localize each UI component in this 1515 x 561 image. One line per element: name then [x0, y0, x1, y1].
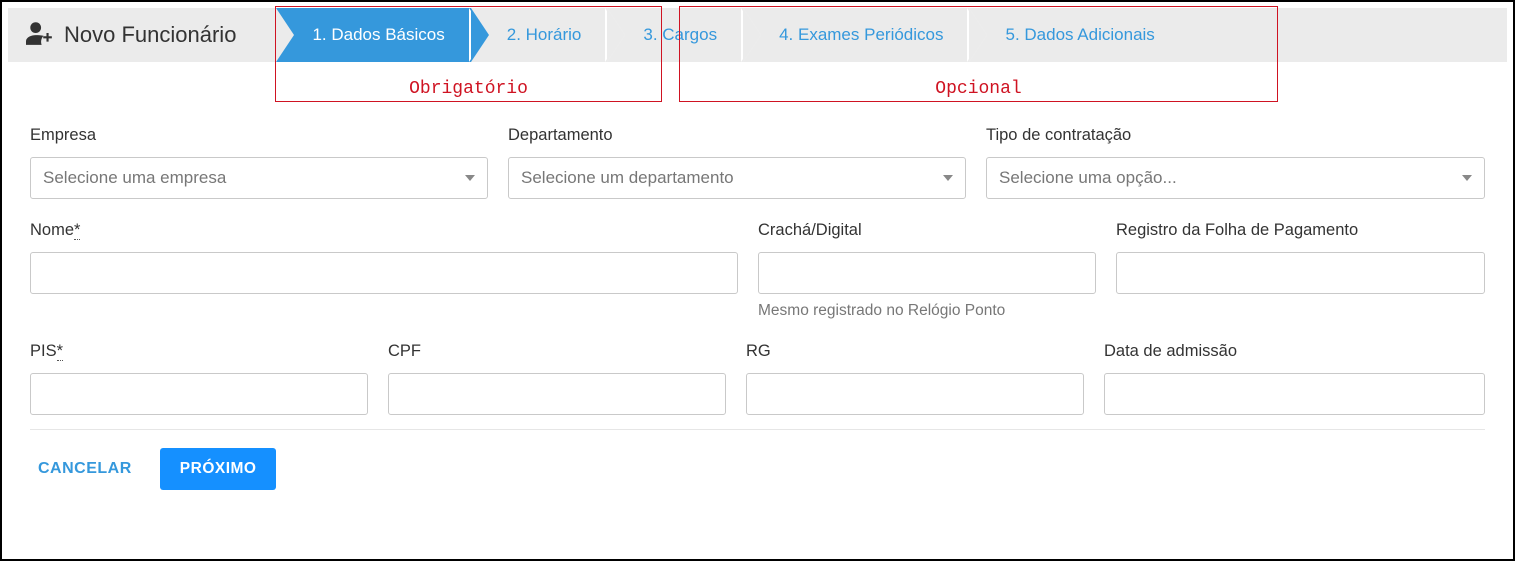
page-title: Novo Funcionário [64, 22, 236, 48]
empresa-select[interactable]: Selecione uma empresa [30, 157, 488, 199]
empresa-placeholder: Selecione uma empresa [43, 168, 226, 188]
cpf-label: CPF [388, 342, 726, 361]
chevron-down-icon [465, 175, 475, 181]
step-dados-basicos[interactable]: 1. Dados Básicos [276, 8, 470, 62]
pis-input[interactable] [30, 373, 368, 415]
nome-label: Nome* [30, 221, 738, 240]
cracha-hint: Mesmo registrado no Relógio Ponto [758, 302, 1096, 320]
user-plus-icon [26, 21, 54, 50]
step-horario[interactable]: 2. Horário [471, 8, 608, 62]
empresa-label: Empresa [30, 126, 488, 145]
step-label: 2. Horário [507, 25, 582, 45]
data-admissao-input[interactable] [1104, 373, 1485, 415]
wizard-steps: 1. Dados Básicos 2. Horário 3. Cargos 4.… [276, 8, 1180, 62]
departamento-placeholder: Selecione um departamento [521, 168, 734, 188]
cancelar-button[interactable]: CANCELAR [30, 450, 140, 488]
step-cargos[interactable]: 3. Cargos [607, 8, 743, 62]
step-label: 5. Dados Adicionais [1005, 25, 1154, 45]
rg-label: RG [746, 342, 1084, 361]
departamento-label: Departamento [508, 126, 966, 145]
registro-folha-label: Registro da Folha de Pagamento [1116, 221, 1485, 240]
wizard-bar: Novo Funcionário 1. Dados Básicos 2. Hor… [8, 8, 1507, 62]
step-label: 1. Dados Básicos [312, 25, 444, 45]
chevron-down-icon [943, 175, 953, 181]
annotation-obrigatorio-label: Obrigatório [409, 79, 528, 99]
rg-input[interactable] [746, 373, 1084, 415]
data-admissao-label: Data de admissão [1104, 342, 1485, 361]
annotation-opcional-label: Opcional [935, 79, 1021, 99]
proximo-button[interactable]: PRÓXIMO [160, 448, 277, 490]
tipo-contratacao-label: Tipo de contratação [986, 126, 1485, 145]
step-label: 3. Cargos [643, 25, 717, 45]
departamento-select[interactable]: Selecione um departamento [508, 157, 966, 199]
page-title-wrap: Novo Funcionário [8, 21, 276, 50]
nome-input[interactable] [30, 252, 738, 294]
pis-label: PIS* [30, 342, 368, 361]
tipo-contratacao-placeholder: Selecione uma opção... [999, 168, 1177, 188]
cracha-input[interactable] [758, 252, 1096, 294]
step-dados-adicionais[interactable]: 5. Dados Adicionais [969, 8, 1180, 62]
registro-folha-input[interactable] [1116, 252, 1485, 294]
step-label: 4. Exames Periódicos [779, 25, 943, 45]
cpf-input[interactable] [388, 373, 726, 415]
step-exames-periodicos[interactable]: 4. Exames Periódicos [743, 8, 969, 62]
cracha-label: Crachá/Digital [758, 221, 1096, 240]
tipo-contratacao-select[interactable]: Selecione uma opção... [986, 157, 1485, 199]
chevron-down-icon [1462, 175, 1472, 181]
